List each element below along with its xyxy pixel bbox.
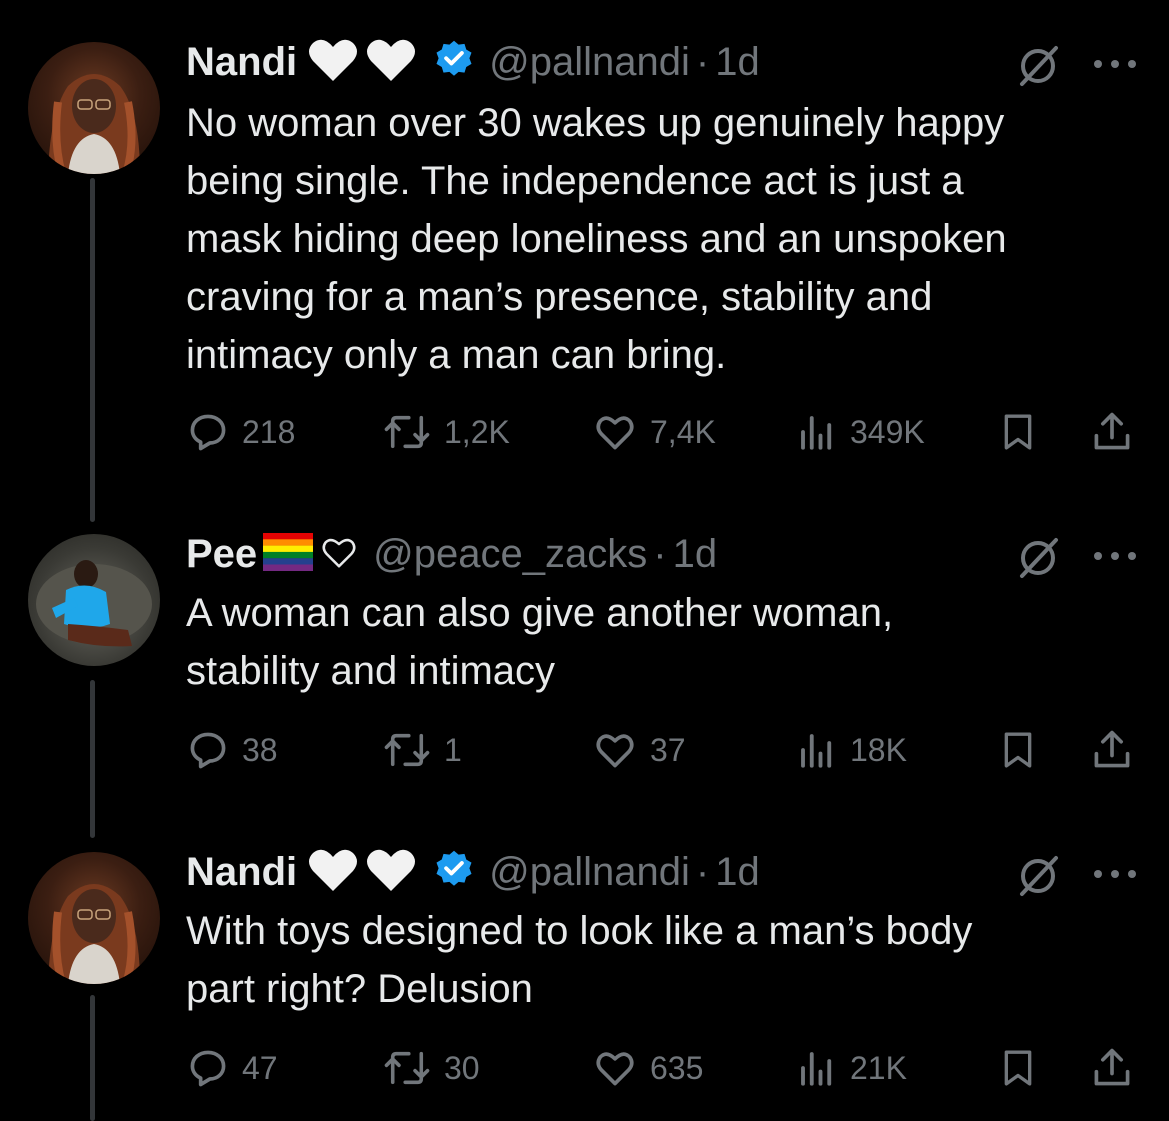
reply-button[interactable]: 47 — [186, 1044, 278, 1092]
reply-icon — [190, 1050, 226, 1087]
bookmark-button[interactable] — [998, 1044, 1038, 1092]
views-icon — [801, 734, 832, 768]
reply-count: 38 — [242, 731, 278, 768]
more-icon[interactable] — [1090, 864, 1140, 884]
avatar[interactable] — [28, 852, 160, 984]
tweet-header: Pee @peace_zacks · 1d — [186, 526, 717, 582]
repost-count: 1 — [444, 731, 462, 768]
like-count: 7,4K — [650, 413, 716, 450]
views-count: 349K — [850, 413, 925, 450]
white-heart-icon — [307, 847, 419, 898]
repost-icon — [384, 1051, 430, 1085]
tweet[interactable]: Nandi @pallnandi · 1d No woman over 30 w… — [0, 0, 1169, 520]
verified-badge-icon — [433, 39, 475, 86]
like-icon — [596, 734, 634, 768]
share-icon — [1094, 412, 1130, 450]
views-button[interactable]: 21K — [796, 1044, 907, 1092]
views-icon — [801, 416, 832, 450]
views-count: 21K — [850, 1049, 907, 1086]
bookmark-icon — [1004, 732, 1032, 768]
repost-button[interactable]: 1,2K — [382, 408, 510, 456]
bookmark-icon — [1004, 414, 1032, 450]
timestamp[interactable]: 1d — [673, 532, 718, 577]
reply-button[interactable]: 218 — [186, 408, 295, 456]
tweet-text: A woman can also give another woman, sta… — [186, 591, 894, 693]
views-count: 18K — [850, 731, 907, 768]
grok-icon[interactable] — [1016, 44, 1060, 88]
repost-icon — [384, 733, 430, 767]
tweet-header: Nandi @pallnandi · 1d — [186, 844, 760, 900]
action-bar: 47 30 635 21K — [186, 1044, 1136, 1092]
share-button[interactable] — [1090, 726, 1134, 774]
like-count: 635 — [650, 1049, 704, 1086]
more-icon[interactable] — [1090, 54, 1140, 74]
like-button[interactable]: 7,4K — [592, 408, 716, 456]
bookmark-icon — [1004, 1050, 1032, 1086]
reply-icon — [190, 414, 226, 451]
like-button[interactable]: 37 — [592, 726, 686, 774]
action-bar: 38 1 37 18K — [186, 726, 1136, 774]
like-icon — [596, 1052, 634, 1086]
tweet[interactable]: Pee @peace_zacks · 1d A woman can also g… — [0, 520, 1169, 840]
tweet-text: With toys designed to look like a man’s … — [186, 909, 973, 1011]
repost-count: 1,2K — [444, 413, 510, 450]
share-icon — [1094, 730, 1130, 768]
repost-button[interactable]: 1 — [382, 726, 462, 774]
reply-icon — [190, 732, 226, 769]
repost-button[interactable]: 30 — [382, 1044, 480, 1092]
reply-count: 47 — [242, 1049, 278, 1086]
views-icon — [801, 1052, 832, 1086]
avatar[interactable] — [28, 534, 160, 666]
author-handle[interactable]: @pallnandi — [489, 40, 690, 85]
timestamp[interactable]: 1d — [715, 40, 760, 85]
author-handle[interactable]: @pallnandi — [489, 850, 690, 895]
grok-icon[interactable] — [1016, 854, 1060, 898]
views-button[interactable]: 18K — [796, 726, 907, 774]
author-name[interactable]: Pee — [186, 532, 257, 577]
reply-count: 218 — [242, 413, 296, 450]
reply-button[interactable]: 38 — [186, 726, 278, 774]
avatar[interactable] — [28, 42, 160, 174]
author-name[interactable]: Nandi — [186, 850, 297, 895]
separator-dot: · — [653, 531, 667, 576]
tweet[interactable]: Nandi @pallnandi · 1d With toys designed… — [0, 840, 1169, 1121]
outline-heart-icon — [319, 533, 359, 576]
separator-dot: · — [695, 849, 710, 894]
share-button[interactable] — [1090, 1044, 1134, 1092]
like-button[interactable]: 635 — [592, 1044, 703, 1092]
timestamp[interactable]: 1d — [715, 850, 760, 895]
bookmark-button[interactable] — [998, 726, 1038, 774]
author-name[interactable]: Nandi — [186, 40, 297, 85]
tweet-header: Nandi @pallnandi · 1d — [186, 34, 760, 90]
action-bar: 218 1,2K 7,4K 349K — [186, 408, 1136, 456]
separator-dot: · — [695, 39, 710, 84]
share-icon — [1094, 1048, 1130, 1086]
bookmark-button[interactable] — [998, 408, 1038, 456]
repost-count: 30 — [444, 1049, 480, 1086]
grok-icon[interactable] — [1016, 536, 1060, 580]
tweet-text: No woman over 30 wakes up genuinely happ… — [186, 101, 1007, 377]
like-icon — [596, 416, 634, 450]
repost-icon — [384, 415, 430, 449]
views-button[interactable]: 349K — [796, 408, 925, 456]
author-handle[interactable]: @peace_zacks — [373, 532, 647, 577]
verified-badge-icon — [433, 849, 475, 896]
more-icon[interactable] — [1090, 546, 1140, 566]
like-count: 37 — [650, 731, 686, 768]
white-heart-icon — [307, 37, 419, 88]
rainbow-flag-icon — [263, 532, 314, 576]
share-button[interactable] — [1090, 408, 1134, 456]
